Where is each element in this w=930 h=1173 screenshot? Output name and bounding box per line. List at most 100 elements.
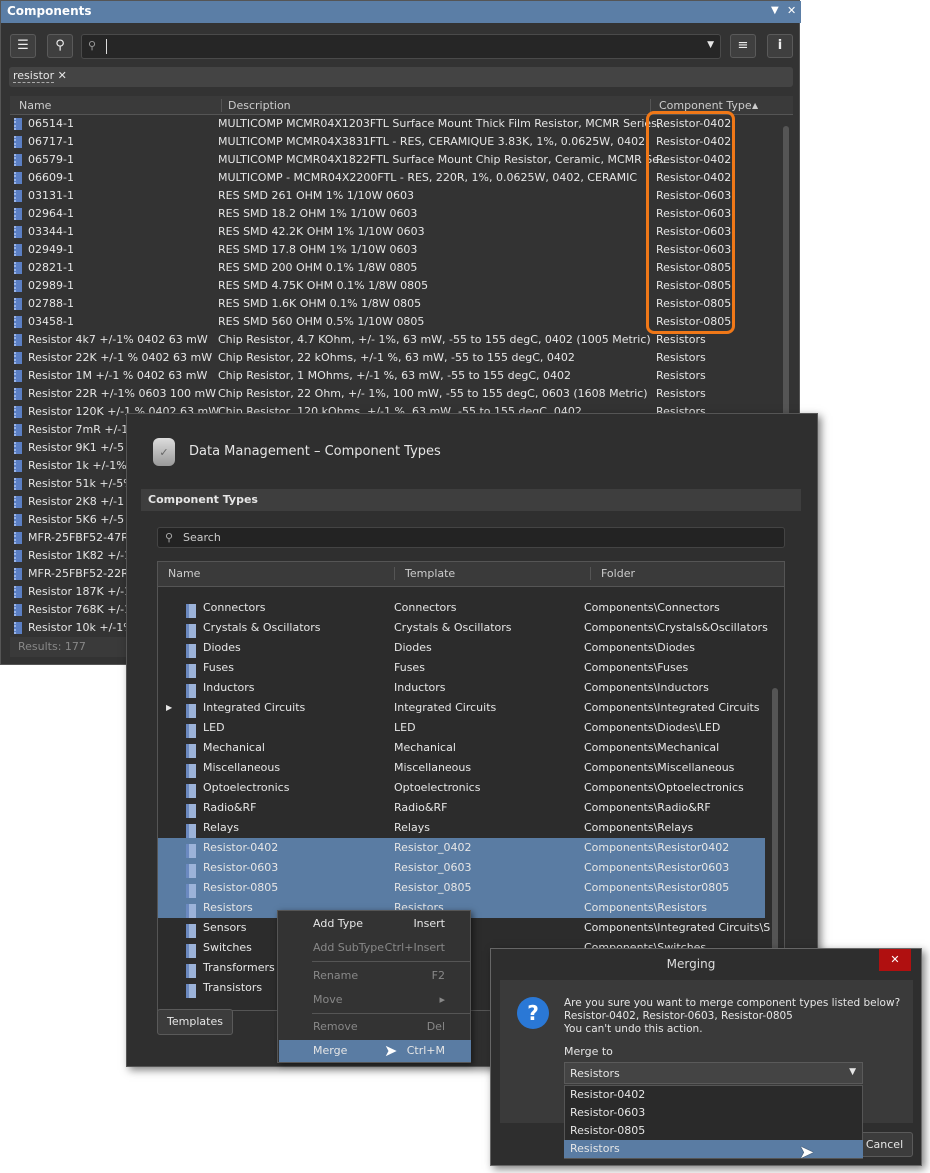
list-item[interactable]: LED LED Components\Diodes\LED (158, 718, 765, 738)
cell-folder: Components\Resistor0402 (584, 841, 730, 854)
menu-button[interactable]: ≡ (730, 34, 756, 58)
scrollbar[interactable] (783, 126, 789, 416)
cell-description: RES SMD 560 OHM 0.5% 1/10W 0805 (218, 315, 425, 328)
cell-name: 03344-1 (28, 225, 74, 238)
column-folder[interactable]: Folder (590, 567, 635, 580)
cell-name: 02989-1 (28, 279, 74, 292)
info-button[interactable]: i (767, 34, 793, 58)
cell-name: Resistor 22K +/-1 % 0402 63 mW (28, 351, 213, 364)
cancel-button[interactable]: Cancel (856, 1132, 913, 1157)
chevron-down-icon[interactable]: ▼ (707, 40, 714, 50)
component-type-icon (186, 784, 196, 798)
list-item[interactable]: Mechanical Mechanical Components\Mechanica… (158, 738, 765, 758)
component-type-icon (186, 604, 196, 618)
list-item[interactable]: Radio&RF Radio&RF Components\Radio&RF (158, 798, 765, 818)
cell-template: Resistor_0603 (394, 861, 472, 874)
merging-dialog: Merging ✕ ? Are you sure you want to mer… (490, 948, 922, 1166)
table-row[interactable]: Resistor 22K +/-1 % 0402 63 mW Chip Resis… (10, 349, 782, 367)
list-item[interactable]: Crystals & Oscillators Crystals & Oscilla… (158, 618, 768, 638)
cell-template: Optoelectronics (394, 781, 481, 794)
component-icon (14, 424, 22, 436)
dropdown-option[interactable]: Resistor-0603 (564, 1104, 863, 1122)
component-type-icon (186, 704, 196, 718)
list-item[interactable]: ▶ Integrated Circuits Integrated Circuits C… (158, 698, 765, 718)
cell-name: Resistor-0805 (203, 881, 279, 894)
cell-name: Resistor 10k +/-1% (28, 621, 134, 634)
list-item[interactable]: Miscellaneous Miscellaneous Components\Mis… (158, 758, 765, 778)
cell-description: RES SMD 200 OHM 0.1% 1/8W 0805 (218, 261, 418, 274)
column-template[interactable]: Template (394, 567, 455, 580)
cell-name: 02964-1 (28, 207, 74, 220)
list-item[interactable]: Diodes Diodes Components\Diodes (158, 638, 765, 658)
component-icon (14, 280, 22, 292)
dropdown-option[interactable]: Resistors (564, 1140, 863, 1158)
cell-component-type: Resistors (656, 351, 706, 364)
menu-item-move[interactable]: Move ▸ (279, 989, 471, 1011)
merge-to-select[interactable]: Resistors ▼ (564, 1062, 863, 1084)
panel-menu-icon[interactable]: ▼ (771, 5, 779, 16)
templates-button[interactable]: Templates (157, 1009, 233, 1035)
cell-template: Fuses (394, 661, 425, 674)
remove-filter-icon[interactable]: ✕ (58, 69, 67, 82)
cell-description: RES SMD 4.75K OHM 0.1% 1/8W 0805 (218, 279, 429, 292)
search-input[interactable]: ⚲ Search (157, 527, 785, 548)
cell-name: 02821-1 (28, 261, 74, 274)
expand-icon[interactable]: ▶ (166, 698, 172, 718)
cell-name: 06609-1 (28, 171, 74, 184)
cell-name: Connectors (203, 601, 266, 614)
close-button[interactable]: ✕ (879, 949, 911, 971)
table-row[interactable]: Resistor 22R +/-1% 0603 100 mW Chip Resis… (10, 385, 782, 403)
filter-chip: resistor (13, 69, 55, 83)
menu-item-rename[interactable]: Rename F2 (279, 965, 471, 987)
cell-name: Sensors (203, 921, 247, 934)
cell-name: Resistor 1M +/-1 % 0402 63 mW (28, 369, 208, 382)
component-icon (14, 208, 22, 220)
cell-name: Resistor 768K +/-1 (28, 603, 132, 616)
menu-item-remove[interactable]: Remove Del (279, 1016, 471, 1038)
dropdown-option[interactable]: Resistor-0402 (564, 1086, 863, 1104)
list-item[interactable]: Connectors Connectors Components\Connector… (158, 598, 765, 618)
cell-name: Mechanical (203, 741, 265, 754)
cell-name: Resistor 1k +/-1% (28, 459, 127, 472)
menu-item-merge[interactable]: Merge Ctrl+M (279, 1040, 471, 1062)
cell-folder: Components\Resistor0805 (584, 881, 730, 894)
list-item[interactable]: Relays Relays Components\Relays (158, 818, 765, 838)
component-type-icon (186, 904, 196, 918)
column-name[interactable]: Name (19, 99, 51, 112)
list-view-button[interactable]: ☰ (10, 34, 36, 58)
cell-name: Transistors (203, 981, 263, 994)
cell-description: RES SMD 17.8 OHM 1% 1/10W 0603 (218, 243, 418, 256)
component-icon (14, 496, 22, 508)
component-icon (14, 190, 22, 202)
list-item[interactable]: Resistor-0603 Resistor_0603 Components\Res… (158, 858, 765, 878)
component-type-icon (186, 944, 196, 958)
list-item[interactable]: Optoelectronics Optoelectronics Components… (158, 778, 765, 798)
dropdown-option[interactable]: Resistor-0805 (564, 1122, 863, 1140)
component-type-icon (186, 884, 196, 898)
cell-description: Chip Resistor, 22 Ohm, +/- 1%, 100 mW, -… (218, 387, 648, 400)
list-item[interactable]: Inductors Inductors Components\Inductors (158, 678, 765, 698)
cell-name: 03458-1 (28, 315, 74, 328)
menu-item-add-subtype[interactable]: Add SubType Ctrl+Insert (279, 937, 471, 959)
cell-name: Resistor 1K82 +/-1 (28, 549, 132, 562)
table-row[interactable]: Resistor 1M +/-1 % 0402 63 mW Chip Resist… (10, 367, 782, 385)
filter-button[interactable]: ⚲ (47, 34, 73, 58)
component-type-icon (186, 644, 196, 658)
component-icon (14, 334, 22, 346)
close-icon[interactable]: ✕ (787, 4, 796, 17)
cell-template: LED (394, 721, 416, 734)
cell-name: Fuses (203, 661, 234, 674)
column-description[interactable]: Description (221, 99, 291, 112)
cell-description: MULTICOMP MCMR04X1822FTL Surface Mount C… (218, 153, 667, 166)
search-input[interactable]: ⚲ ▼ (81, 34, 721, 59)
scrollbar[interactable] (772, 688, 778, 988)
list-item[interactable]: Resistor-0402 Resistor_0402 Components\Res… (158, 838, 765, 858)
menu-item-add-type[interactable]: Add Type Insert (279, 913, 471, 935)
selected-value: Resistors (570, 1067, 620, 1080)
column-name[interactable]: Name (168, 567, 200, 580)
component-type-icon (186, 804, 196, 818)
sort-asc-icon: ▲ (752, 101, 759, 110)
cell-folder: Components\Integrated Circuits (584, 701, 760, 714)
list-item[interactable]: Resistor-0805 Resistor_0805 Components\Res… (158, 878, 765, 898)
list-item[interactable]: Fuses Fuses Components\Fuses (158, 658, 765, 678)
